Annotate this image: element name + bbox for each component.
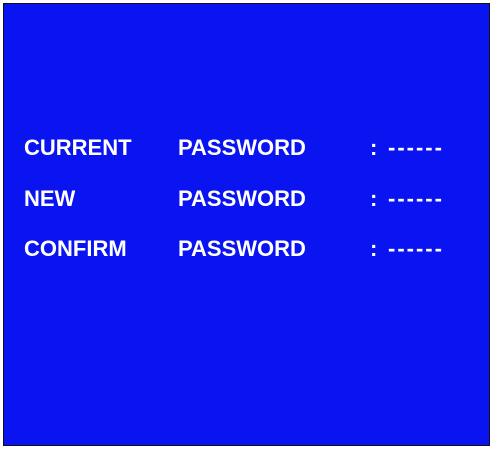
new-password-field[interactable]: ------ xyxy=(388,184,444,214)
current-password-separator: : xyxy=(370,135,378,160)
current-password-label: PASSWORD xyxy=(178,135,306,160)
new-label: NEW xyxy=(24,186,76,211)
password-change-screen: CURRENT PASSWORD : ------ NEW PASSWORD :… xyxy=(3,3,490,446)
confirm-password-separator: : xyxy=(370,236,378,261)
current-password-field[interactable]: ------ xyxy=(388,133,444,163)
confirm-label: CONFIRM xyxy=(24,236,127,261)
current-label: CURRENT xyxy=(24,135,132,160)
new-password-separator: : xyxy=(370,186,378,211)
confirm-password-label: PASSWORD xyxy=(178,236,306,261)
new-password-label: PASSWORD xyxy=(178,186,306,211)
confirm-password-field[interactable]: ------ xyxy=(388,234,444,264)
